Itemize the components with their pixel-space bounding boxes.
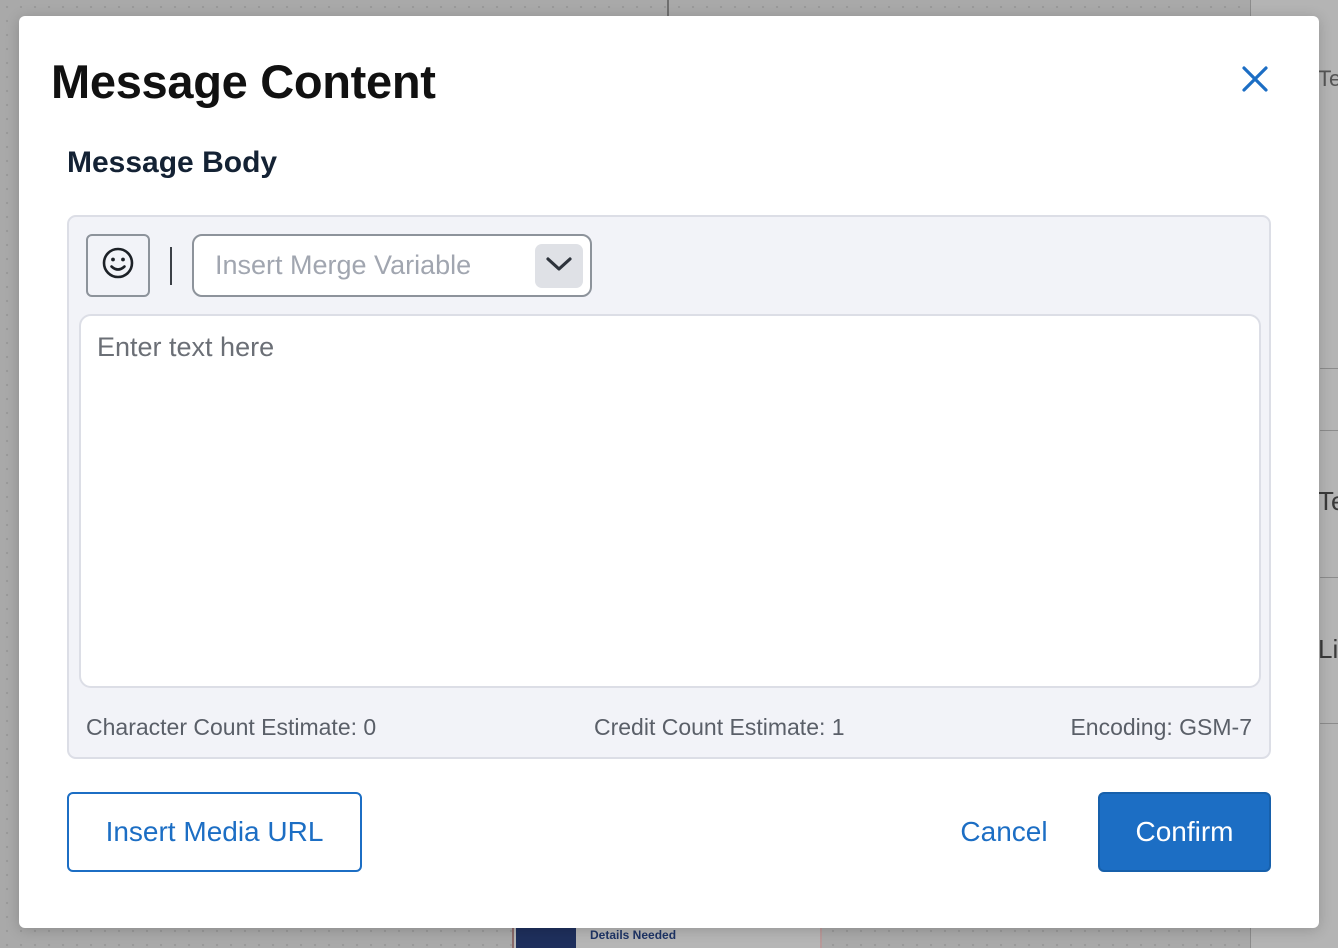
confirm-button[interactable]: Confirm bbox=[1098, 792, 1271, 872]
smiley-face-icon bbox=[101, 246, 135, 285]
background-separator bbox=[1320, 723, 1338, 724]
background-text-fragment: Te bbox=[1318, 486, 1338, 516]
merge-variable-placeholder: Insert Merge Variable bbox=[215, 250, 472, 280]
background-divider bbox=[667, 0, 669, 16]
section-label-message-body: Message Body bbox=[67, 146, 278, 179]
background-card-icon bbox=[516, 928, 576, 948]
modal-title: Message Content bbox=[51, 55, 436, 108]
insert-media-url-button[interactable]: Insert Media URL bbox=[67, 792, 362, 872]
background-separator bbox=[1320, 577, 1338, 578]
credit-count-estimate: Credit Count Estimate: 1 bbox=[594, 714, 845, 740]
message-content-modal: Message Content Message Body Insert Merg… bbox=[19, 16, 1319, 928]
cancel-button[interactable]: Cancel bbox=[939, 792, 1069, 872]
close-icon bbox=[1241, 65, 1269, 96]
encoding-indicator: Encoding: GSM-7 bbox=[1070, 714, 1252, 740]
message-body-textarea[interactable] bbox=[79, 314, 1261, 688]
background-separator bbox=[1320, 368, 1338, 369]
merge-variable-select[interactable]: Insert Merge Variable bbox=[192, 234, 592, 297]
background-text-fragment: Li bbox=[1318, 634, 1338, 664]
message-editor-panel: Insert Merge Variable Character Count Es… bbox=[67, 215, 1271, 759]
character-count-estimate: Character Count Estimate: 0 bbox=[86, 714, 377, 740]
emoji-button[interactable] bbox=[86, 234, 150, 297]
background-separator bbox=[1320, 430, 1338, 431]
background-card-label: Details Needed bbox=[590, 928, 677, 942]
toolbar-divider bbox=[170, 247, 172, 285]
chevron-down-icon bbox=[545, 255, 573, 278]
background-text-fragment: Te bbox=[1318, 66, 1338, 91]
merge-variable-dropdown-toggle[interactable] bbox=[535, 244, 583, 288]
close-button[interactable] bbox=[1235, 64, 1275, 96]
